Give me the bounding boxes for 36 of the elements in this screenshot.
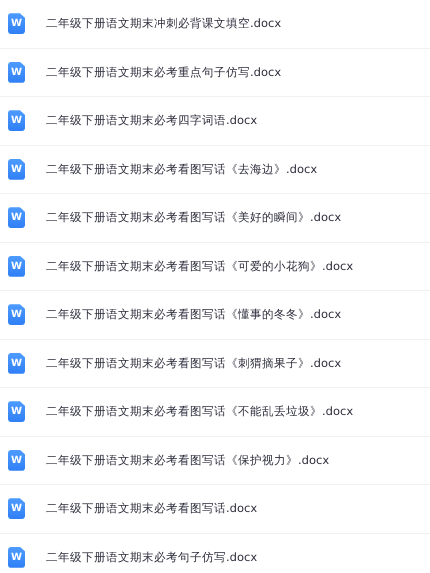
file-row[interactable]: W 二年级下册语文期末必考看图写话《懂事的冬冬》.docx (0, 291, 430, 340)
file-row[interactable]: W 二年级下册语文期末必考四字词语.docx (0, 97, 430, 146)
file-name: 二年级下册语文期末必考看图写话《刺猬摘果子》.docx (46, 356, 342, 371)
document-icon: W (8, 62, 25, 83)
file-row[interactable]: W 二年级下册语文期末必考看图写话《去海边》.docx (0, 146, 430, 194)
file-row[interactable]: W 二年级下册语文期末必考看图写话《美好的瞬间》.docx (0, 194, 430, 242)
file-name: 二年级下册语文期末必考重点句子仿写.docx (46, 64, 282, 80)
file-row[interactable]: W 二年级下册语文期末必考看图写话《可爱的小花狗》.docx (0, 242, 430, 291)
document-icon: W (8, 207, 25, 228)
file-name: 二年级下册语文期末必考看图写话《美好的瞬间》.docx (46, 210, 342, 226)
document-icon: W (8, 13, 25, 34)
document-icon: W (8, 546, 25, 568)
file-name: 二年级下册语文期末必考看图写话《去海边》.docx (46, 162, 318, 177)
file-name: 二年级下册语文期末冲刺必背课文填空.docx (46, 16, 282, 32)
file-row[interactable]: W 二年级下册语文期末必考看图写话.docx (0, 485, 430, 534)
document-icon: W (8, 498, 25, 520)
file-name: 二年级下册语文期末必考句子仿写.docx (46, 550, 258, 565)
file-row[interactable]: W 二年级下册语文期末必考重点句子仿写.docx (0, 48, 430, 97)
document-icon: W (8, 158, 25, 180)
document-icon: W (8, 304, 25, 326)
file-row[interactable]: W 二年级下册语文期末必考看图写话《保护视力》.docx (0, 436, 430, 485)
file-name: 二年级下册语文期末必考看图写话.docx (46, 501, 258, 516)
document-icon: W (8, 352, 25, 374)
file-name: 二年级下册语文期末必考看图写话《可爱的小花狗》.docx (46, 258, 354, 274)
document-icon: W (8, 110, 25, 132)
file-name: 二年级下册语文期末必考看图写话《不能乱丢垃圾》.docx (46, 404, 354, 420)
file-name: 二年级下册语文期末必考四字词语.docx (46, 113, 258, 128)
document-icon: W (8, 256, 25, 277)
file-row[interactable]: W 二年级下册语文期末冲刺必背课文填空.docx (0, 0, 430, 48)
file-row[interactable]: W 二年级下册语文期末必考看图写话《刺猬摘果子》.docx (0, 340, 430, 388)
file-row[interactable]: W 二年级下册语文期末必考句子仿写.docx (0, 534, 430, 573)
document-icon: W (8, 450, 25, 471)
file-name: 二年级下册语文期末必考看图写话《保护视力》.docx (46, 452, 330, 468)
file-name: 二年级下册语文期末必考看图写话《懂事的冬冬》.docx (46, 307, 342, 322)
file-row[interactable]: W 二年级下册语文期末必考看图写话《不能乱丢垃圾》.docx (0, 388, 430, 436)
document-icon: W (8, 401, 25, 422)
